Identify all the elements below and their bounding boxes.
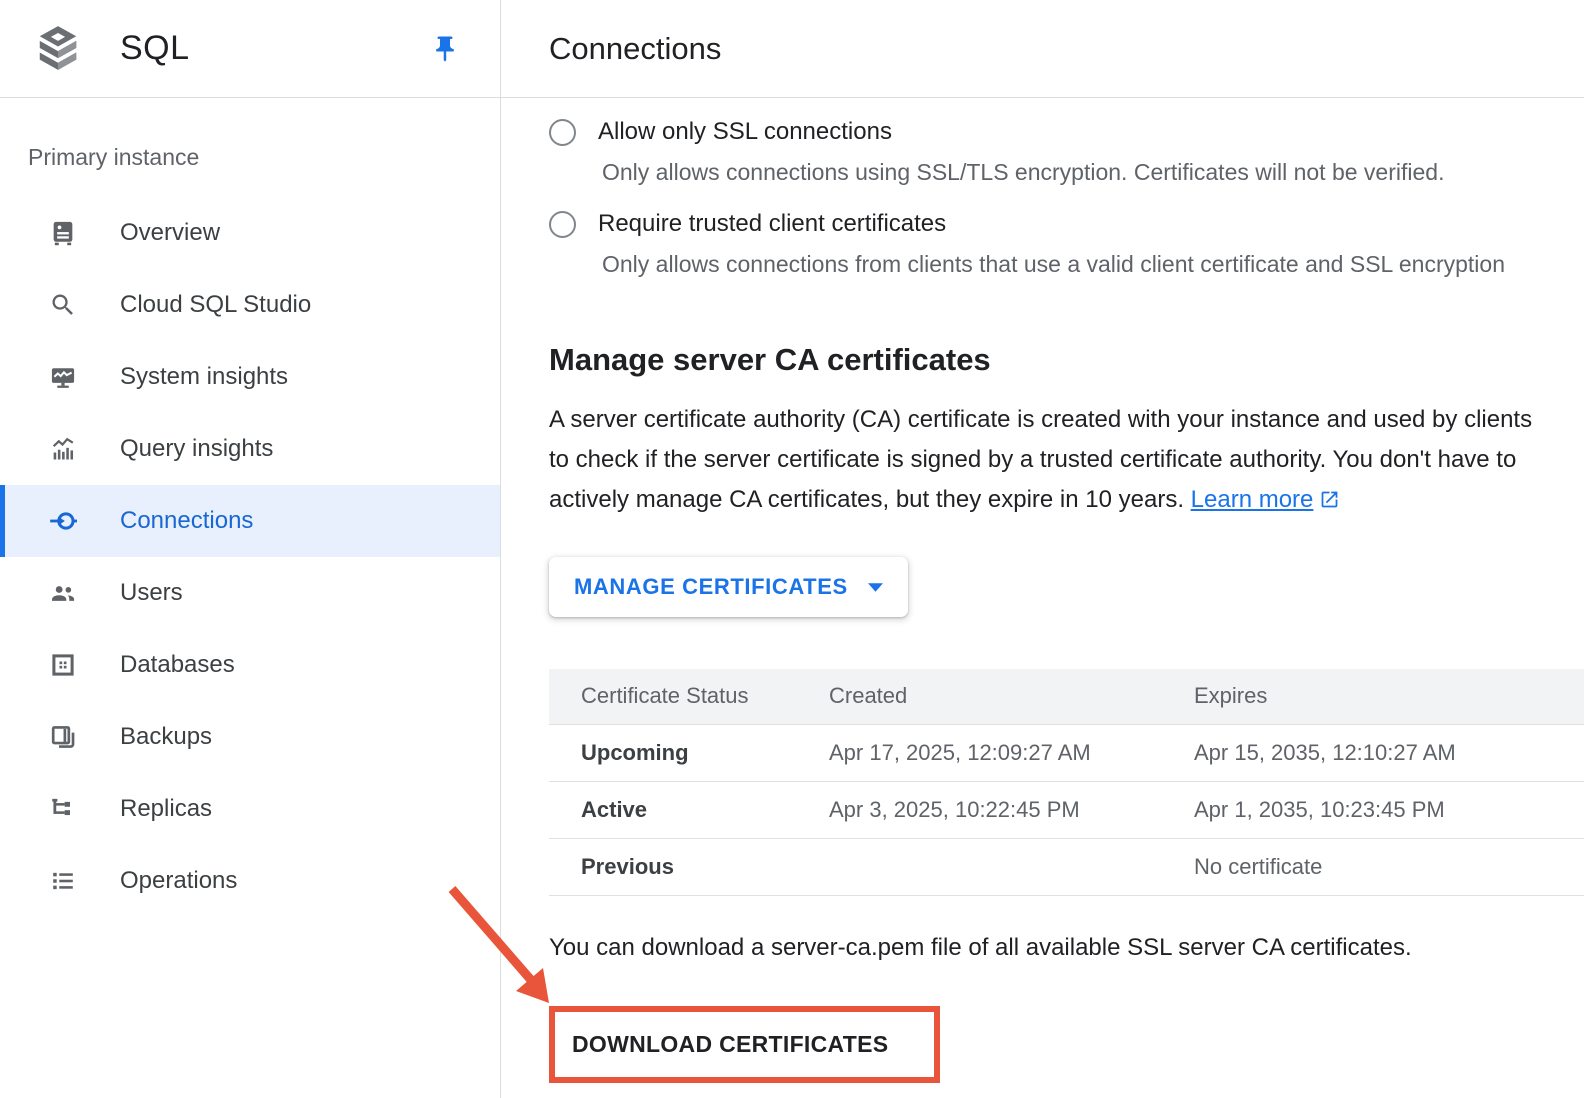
ca-description: A server certificate authority (CA) cert… xyxy=(549,400,1551,523)
pin-icon[interactable] xyxy=(430,34,460,64)
sidebar-item-overview[interactable]: Overview xyxy=(0,197,500,269)
system-insights-icon xyxy=(48,362,78,392)
ssl-option-allow-only-ssl: Allow only SSL connections Only allows c… xyxy=(549,118,1584,186)
sidebar-item-databases[interactable]: Databases xyxy=(0,629,500,701)
main-panel: Connections Allow only SSL connections O… xyxy=(501,0,1584,1098)
radio-description: Only allows connections using SSL/TLS en… xyxy=(602,159,1584,186)
sidebar-item-system-insights[interactable]: System insights xyxy=(0,341,500,413)
manage-certificates-button[interactable]: MANAGE CERTIFICATES xyxy=(549,557,908,617)
main-content: Allow only SSL connections Only allows c… xyxy=(501,98,1584,1083)
sidebar-section-label: Primary instance xyxy=(28,144,500,171)
cloud-sql-logo-icon xyxy=(33,24,83,74)
cert-status: Active xyxy=(549,781,797,838)
connections-icon xyxy=(48,506,78,536)
sidebar-item-label: Backups xyxy=(120,723,212,751)
radio-description: Only allows connections from clients tha… xyxy=(602,251,1584,278)
cert-status: Upcoming xyxy=(549,724,797,781)
manage-certificates-label: MANAGE CERTIFICATES xyxy=(574,574,848,600)
annotation-highlight-box: DOWNLOAD CERTIFICATES xyxy=(549,1006,940,1083)
sidebar-item-label: Databases xyxy=(120,651,235,679)
backups-icon xyxy=(48,722,78,752)
sidebar-item-label: Users xyxy=(120,579,183,607)
operations-icon xyxy=(48,866,78,896)
sidebar-item-connections[interactable]: Connections xyxy=(0,485,500,557)
table-row: Previous No certificate xyxy=(549,838,1584,895)
replicas-icon xyxy=(48,794,78,824)
sidebar-item-label: System insights xyxy=(120,363,288,391)
sidebar-header: SQL xyxy=(0,0,500,98)
open-in-new-icon xyxy=(1319,483,1340,523)
section-heading: Manage server CA certificates xyxy=(549,342,1584,378)
sidebar-item-users[interactable]: Users xyxy=(0,557,500,629)
page-title: Connections xyxy=(549,31,721,67)
table-row: Upcoming Apr 17, 2025, 12:09:27 AM Apr 1… xyxy=(549,724,1584,781)
radio-label[interactable]: Allow only SSL connections xyxy=(598,118,892,146)
cert-status: Previous xyxy=(549,838,797,895)
sidebar-item-query-insights[interactable]: Query insights xyxy=(0,413,500,485)
certificates-table: Certificate Status Created Expires Upcom… xyxy=(549,669,1584,896)
download-certificates-button[interactable]: DOWNLOAD CERTIFICATES xyxy=(555,1012,934,1077)
overview-icon xyxy=(48,218,78,248)
app-window: SQL Primary instance Overview xyxy=(0,0,1584,1098)
table-row: Active Apr 3, 2025, 10:22:45 PM Apr 1, 2… xyxy=(549,781,1584,838)
cert-expires: Apr 15, 2035, 12:10:27 AM xyxy=(1162,724,1584,781)
column-header-created: Created xyxy=(797,669,1162,724)
cert-expires: No certificate xyxy=(1162,838,1584,895)
column-header-certificate-status: Certificate Status xyxy=(549,669,797,724)
chevron-down-icon xyxy=(868,583,883,592)
cert-created: Apr 17, 2025, 12:09:27 AM xyxy=(797,724,1162,781)
radio-button[interactable] xyxy=(549,119,576,146)
search-icon xyxy=(48,290,78,320)
main-header: Connections xyxy=(501,0,1584,98)
sidebar-item-label: Operations xyxy=(120,867,237,895)
sidebar-item-operations[interactable]: Operations xyxy=(0,845,500,917)
learn-more-label: Learn more xyxy=(1191,486,1314,513)
cert-created: Apr 3, 2025, 10:22:45 PM xyxy=(797,781,1162,838)
sidebar-item-label: Query insights xyxy=(120,435,273,463)
sidebar-item-replicas[interactable]: Replicas xyxy=(0,773,500,845)
sidebar: SQL Primary instance Overview xyxy=(0,0,501,1098)
databases-icon xyxy=(48,650,78,680)
app-name: SQL xyxy=(120,29,190,68)
sidebar-item-label: Overview xyxy=(120,219,220,247)
cert-created xyxy=(797,838,1162,895)
cert-expires: Apr 1, 2035, 10:23:45 PM xyxy=(1162,781,1584,838)
sidebar-item-backups[interactable]: Backups xyxy=(0,701,500,773)
radio-button[interactable] xyxy=(549,211,576,238)
sidebar-item-cloud-sql-studio[interactable]: Cloud SQL Studio xyxy=(0,269,500,341)
ssl-option-require-client-certs: Require trusted client certificates Only… xyxy=(549,210,1584,278)
sidebar-item-label: Replicas xyxy=(120,795,212,823)
ca-description-text: A server certificate authority (CA) cert… xyxy=(549,406,1532,513)
column-header-expires: Expires xyxy=(1162,669,1584,724)
sidebar-item-label: Cloud SQL Studio xyxy=(120,291,311,319)
table-header-row: Certificate Status Created Expires xyxy=(549,669,1584,724)
query-insights-icon xyxy=(48,434,78,464)
sidebar-item-label: Connections xyxy=(120,507,253,535)
radio-label[interactable]: Require trusted client certificates xyxy=(598,210,946,238)
learn-more-link[interactable]: Learn more xyxy=(1191,486,1314,513)
sidebar-nav: Overview Cloud SQL Studio xyxy=(0,197,500,917)
download-info-text: You can download a server-ca.pem file of… xyxy=(549,934,1584,962)
ssl-options-group: Allow only SSL connections Only allows c… xyxy=(549,118,1584,278)
users-icon xyxy=(48,578,78,608)
